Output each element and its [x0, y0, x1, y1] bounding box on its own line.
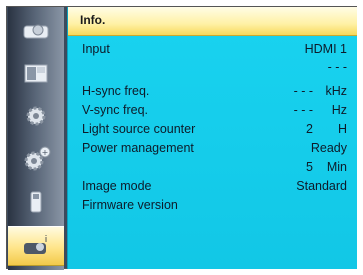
light-unit: H — [337, 122, 347, 136]
light-label: Light source counter — [82, 122, 196, 136]
sidebar-item-image-adjust[interactable] — [8, 54, 64, 92]
info-row-image-mode: Image mode Standard — [68, 178, 357, 196]
image-mode-label: Image mode — [82, 179, 152, 193]
info-row-input-sub: - - - — [68, 59, 357, 77]
sidebar-item-usb[interactable] — [8, 183, 64, 221]
panel-title: Info. — [80, 13, 106, 27]
hsync-value: - - - — [293, 84, 313, 98]
usb-drive-icon — [30, 191, 42, 213]
info-panel: Info. Input HDMI 1 - - - H-sync freq. - … — [67, 7, 357, 269]
info-row-power-sub: 5 Min — [68, 159, 357, 177]
power-label: Power management — [82, 141, 194, 155]
sidebar-item-settings[interactable] — [8, 97, 64, 135]
image-mode-value: Standard — [296, 179, 347, 193]
info-row-power: Power management Ready — [68, 140, 357, 158]
sidebar-item-display[interactable] — [8, 11, 64, 49]
power-value: Ready — [310, 141, 347, 155]
panel-title-bar: Info. — [68, 7, 357, 36]
info-row-light-source: Light source counter 2 H — [68, 121, 357, 139]
hsync-unit: kHz — [325, 84, 347, 98]
vsync-unit: Hz — [331, 103, 347, 117]
vsync-label: V-sync freq. — [82, 103, 148, 117]
svg-text:i: i — [45, 235, 48, 245]
gear-icon — [26, 106, 46, 126]
menu-sidebar: + i — [8, 7, 64, 270]
hsync-label: H-sync freq. — [82, 84, 150, 98]
power-sub-unit: Min — [326, 160, 347, 174]
info-row-firmware: Firmware version — [68, 197, 357, 215]
light-value: 2 — [306, 122, 313, 136]
power-sub-value: 5 — [306, 160, 313, 174]
info-row-hsync: H-sync freq. - - - kHz — [68, 83, 357, 101]
info-row-vsync: V-sync freq. - - - Hz — [68, 102, 357, 120]
info-row-input: Input HDMI 1 — [68, 41, 357, 59]
sidebar-item-extended-settings[interactable]: + — [8, 140, 64, 178]
input-sub-value: - - - — [327, 60, 347, 74]
vsync-value: - - - — [293, 103, 313, 117]
display-icon — [23, 24, 49, 39]
image-adjust-icon — [24, 64, 48, 83]
gear-plus-icon: + — [24, 146, 51, 171]
input-label: Input — [82, 42, 110, 56]
input-value: HDMI 1 — [304, 42, 347, 56]
info-projector-icon: i — [24, 235, 48, 254]
svg-text:+: + — [42, 148, 49, 157]
sidebar-item-info[interactable]: i — [8, 226, 64, 266]
firmware-label: Firmware version — [82, 198, 178, 212]
